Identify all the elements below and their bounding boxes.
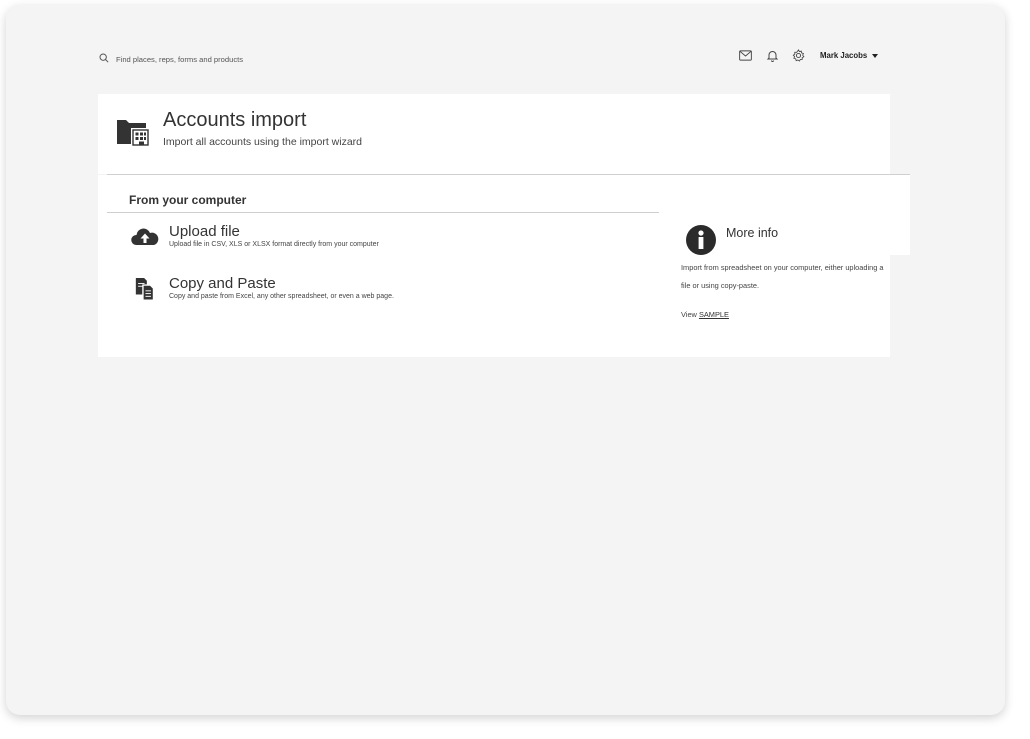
- more-info-text: Import from spreadsheet on your computer…: [681, 263, 884, 290]
- cloud-upload-icon: [130, 224, 160, 250]
- page-subtitle: Import all accounts using the import wiz…: [163, 136, 363, 148]
- upload-file-option[interactable]: Upload file Upload file in CSV, XLS or X…: [130, 224, 379, 250]
- top-actions: Mark Jacobs: [739, 49, 879, 62]
- view-sample-link[interactable]: SAMPLE: [699, 310, 729, 319]
- info-icon: [685, 224, 717, 256]
- view-sample-prefix: View: [681, 310, 697, 319]
- folder-building-icon: [116, 116, 152, 148]
- copy-paste-description: Copy and paste from Excel, any other spr…: [169, 293, 394, 300]
- chevron-down-icon: [872, 53, 879, 58]
- search-bar[interactable]: [99, 50, 336, 68]
- user-name: Mark Jacobs: [820, 51, 868, 60]
- header-card: Accounts import Import all accounts usin…: [98, 94, 890, 174]
- copy-paste-title: Copy and Paste: [169, 275, 276, 292]
- copy-paste-option[interactable]: Copy and Paste Copy and paste from Excel…: [130, 276, 394, 302]
- more-info-title: More info: [726, 226, 779, 240]
- search-input[interactable]: [116, 54, 336, 64]
- mail-icon[interactable]: [739, 49, 752, 62]
- search-icon: [99, 50, 109, 68]
- upload-file-title: Upload file: [169, 223, 240, 240]
- section-header: From your computer: [107, 190, 659, 213]
- bell-icon[interactable]: [766, 49, 779, 62]
- gear-icon[interactable]: [792, 49, 805, 62]
- view-sample-line: View SAMPLE: [681, 310, 729, 319]
- section-title: From your computer: [129, 193, 247, 207]
- page-title: Accounts import: [163, 109, 307, 131]
- copy-paste-icon: [130, 276, 160, 302]
- upload-file-description: Upload file in CSV, XLS or XLSX format d…: [169, 241, 379, 248]
- user-menu[interactable]: Mark Jacobs: [820, 51, 879, 60]
